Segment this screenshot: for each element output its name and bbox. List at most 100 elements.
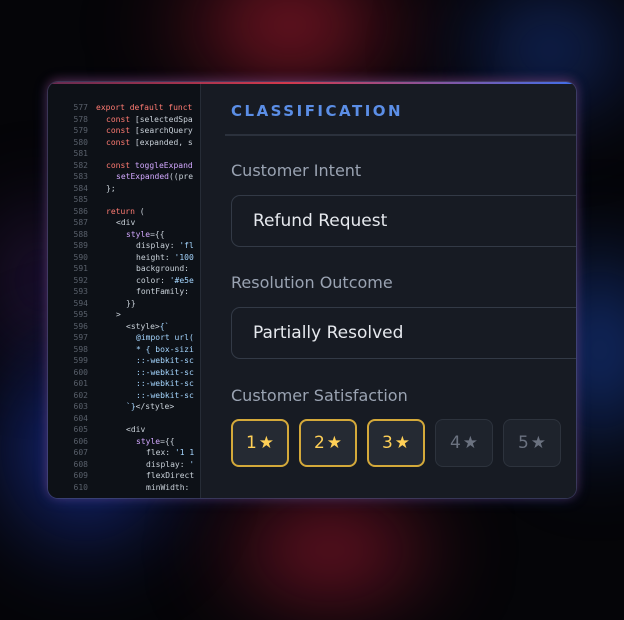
code-text: <div: [96, 217, 135, 229]
code-token: fontFamily:: [136, 287, 189, 296]
code-token: toggleExpand: [134, 160, 193, 170]
code-text: const [selectedSpa: [96, 114, 193, 126]
code-text: };: [96, 183, 116, 195]
code-text: height: '100: [96, 252, 194, 264]
code-text: const [expanded, s: [96, 137, 193, 149]
code-line: 589 display: 'fl: [48, 240, 200, 252]
code-text: @import url(: [96, 332, 194, 344]
code-token: flexDirect: [146, 471, 195, 480]
code-token: (: [139, 206, 145, 216]
rating-button-1[interactable]: 1 ★: [231, 419, 289, 467]
code-token: const: [106, 114, 135, 124]
code-text: style={{: [96, 229, 165, 241]
code-line: 600::-webkit-sc: [48, 367, 200, 379]
code-token: display:: [136, 241, 180, 250]
line-number: 602: [73, 390, 88, 400]
line-number: 605: [73, 425, 88, 434]
code-line: 583 setExpanded((pre: [48, 171, 200, 183]
code-text: <div: [96, 424, 145, 436]
line-number: 597: [73, 333, 88, 342]
line-number: 596: [73, 321, 88, 331]
star-icon: ★: [394, 433, 411, 453]
code-text: color: '#e5e: [96, 275, 194, 287]
code-line: 590 height: '100: [48, 252, 200, 264]
code-token: 'fl: [179, 241, 194, 250]
line-number: 581: [73, 149, 88, 158]
code-line: 581: [48, 148, 200, 160]
code-text: display: 'fl: [96, 240, 194, 252]
code-line: 586 return (: [48, 206, 200, 218]
code-text: <style>{`: [96, 321, 169, 333]
rating-number: 5: [517, 433, 529, 453]
code-token: [selectedSpa: [134, 114, 193, 124]
code-text: }}: [96, 298, 136, 310]
code-text: flexDirect: [96, 470, 194, 482]
code-text: ::-webkit-sc: [96, 355, 194, 367]
code-line: 609 flexDirect: [48, 470, 200, 482]
app-window: 577 export default funct 578 const [selecte…: [48, 82, 576, 498]
line-number: 603: [73, 402, 88, 411]
code-token: ((pre: [168, 172, 194, 181]
code-text: return (: [96, 206, 145, 218]
code-line: 604: [48, 413, 200, 425]
line-number: 607: [73, 448, 88, 457]
line-number: 579: [73, 126, 88, 135]
code-token: '#e5e: [169, 275, 194, 285]
code-token: <style>: [126, 321, 160, 331]
code-token: * { box-sizi: [136, 344, 194, 354]
code-line: 606 style={{: [48, 436, 200, 448]
line-number: 585: [73, 195, 88, 204]
code-token: </style>: [135, 402, 175, 411]
code-text: display: ': [96, 459, 194, 471]
line-number: 600: [73, 367, 88, 377]
line-number: 599: [73, 356, 88, 365]
code-line: 594}}: [48, 298, 200, 310]
rating-button-5[interactable]: 5 ★: [503, 419, 561, 467]
line-number: 586: [73, 206, 88, 216]
code-text: setExpanded((pre: [96, 171, 193, 183]
code-token: >: [116, 310, 121, 319]
code-line: 602::-webkit-sc: [48, 390, 200, 402]
code-token: const: [106, 137, 135, 147]
code-text: export default funct: [96, 102, 192, 114]
line-number: 578: [73, 114, 88, 124]
code-token: minWidth:: [146, 482, 190, 492]
code-token: <div: [126, 425, 146, 434]
code-token: const: [106, 160, 135, 170]
rating-button-3[interactable]: 3 ★: [367, 419, 425, 467]
code-text: ::-webkit-sc: [96, 367, 194, 379]
line-number: 591: [73, 264, 88, 273]
code-token: background:: [136, 264, 189, 273]
code-line: 597 @import url(: [48, 332, 200, 344]
customer-intent-select[interactable]: Refund Request: [231, 195, 576, 247]
code-token: ': [189, 459, 195, 469]
code-line: 579 const [searchQuery: [48, 125, 200, 137]
rating-number: 3: [381, 433, 393, 453]
resolution-outcome-select[interactable]: Partially Resolved: [231, 307, 576, 359]
code-line: 582 const toggleExpand: [48, 160, 200, 172]
code-text: >: [96, 309, 121, 321]
code-text: const toggleExpand: [96, 160, 193, 172]
line-number: 598: [73, 344, 88, 354]
rating-button-4[interactable]: 4 ★: [435, 419, 493, 467]
code-line: 578 const [selectedSpa: [48, 114, 200, 126]
code-text: ::-webkit-sc: [96, 378, 194, 390]
customer-satisfaction-label: Customer Satisfaction: [231, 386, 408, 405]
code-line: 595 >: [48, 309, 200, 321]
code-text: ::-webkit-sc: [96, 390, 194, 402]
code-token: color:: [136, 275, 170, 285]
line-number: 595: [73, 310, 88, 319]
code-line: 601::-webkit-sc: [48, 378, 200, 390]
code-line: 591 background:: [48, 263, 200, 275]
code-line: 598 * { box-sizi: [48, 344, 200, 356]
code-text: * { box-sizi: [96, 344, 194, 356]
code-token: }}: [126, 298, 136, 308]
code-text: style={{: [96, 436, 175, 448]
code-line: 585: [48, 194, 200, 206]
code-token: style: [136, 436, 161, 446]
code-editor[interactable]: 577 export default funct 578 const [selecte…: [48, 82, 200, 498]
star-icon: ★: [462, 433, 479, 453]
line-number: 601: [73, 379, 88, 388]
line-number: 592: [73, 275, 88, 285]
rating-button-2[interactable]: 2 ★: [299, 419, 357, 467]
